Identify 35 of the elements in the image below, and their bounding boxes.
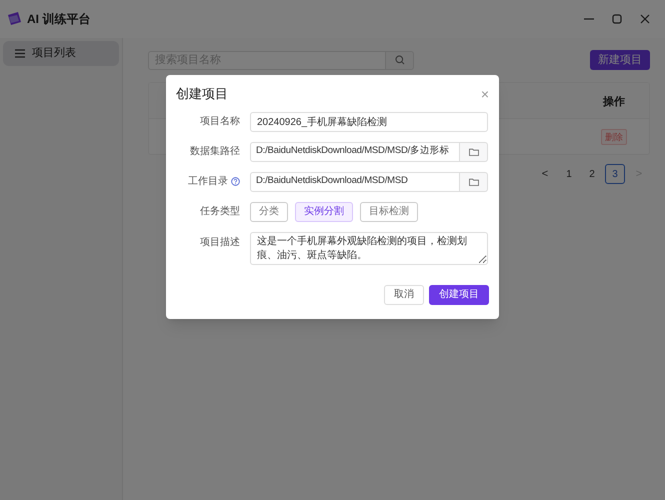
browse-button[interactable] [460, 142, 488, 162]
field-label: 项目名称 [200, 115, 240, 129]
page-button[interactable]: 1 [559, 164, 579, 184]
app-logo-icon [6, 11, 22, 27]
cancel-button[interactable]: 取消 [384, 284, 424, 304]
dialog-title: 创建项目 [176, 85, 228, 103]
previous-page-button[interactable]: < [534, 164, 556, 184]
description-field[interactable]: 这是一个手机屏幕外观缺陷检测的项目，检测划痕、油污、斑点等缺陷。 [250, 232, 488, 264]
folder-icon [468, 148, 478, 156]
search-icon [394, 55, 404, 65]
field-label: 数据集路径 [190, 145, 240, 159]
new-project-button[interactable]: 新建项目 [590, 50, 650, 70]
maximize-icon[interactable] [611, 13, 623, 25]
text-field[interactable]: 20240926_手机屏幕缺陷检测 [250, 112, 488, 132]
page-button[interactable]: 3 [605, 164, 625, 184]
search-button[interactable] [386, 50, 414, 70]
create-button[interactable]: 创建项目 [429, 284, 489, 304]
close-icon[interactable] [639, 13, 651, 25]
task-type-option[interactable]: 分类 [250, 202, 288, 222]
page-button[interactable]: 2 [582, 164, 602, 184]
folder-icon [468, 178, 478, 186]
close-button[interactable]: × [480, 86, 489, 101]
task-type-option[interactable]: 实例分割 [295, 202, 353, 222]
menu-icon [15, 49, 25, 58]
help-icon[interactable] [231, 177, 240, 186]
column-header: 操作 [603, 96, 625, 108]
sidebar-item[interactable]: 项目列表 [3, 41, 119, 66]
browse-button[interactable] [460, 172, 488, 192]
task-type-option[interactable]: 目标检测 [360, 202, 418, 222]
field-label: 工作目录 [188, 175, 228, 189]
path-field[interactable]: D:/BaiduNetdiskDownload/MSD/MSD [250, 172, 460, 192]
window-title: AI 训练平台 [27, 11, 90, 28]
field-label: 任务类型 [200, 204, 240, 219]
field-label: 项目描述 [200, 236, 240, 250]
path-field[interactable]: D:/BaiduNetdiskDownload/MSD/MSD/多边形标 [250, 142, 460, 162]
